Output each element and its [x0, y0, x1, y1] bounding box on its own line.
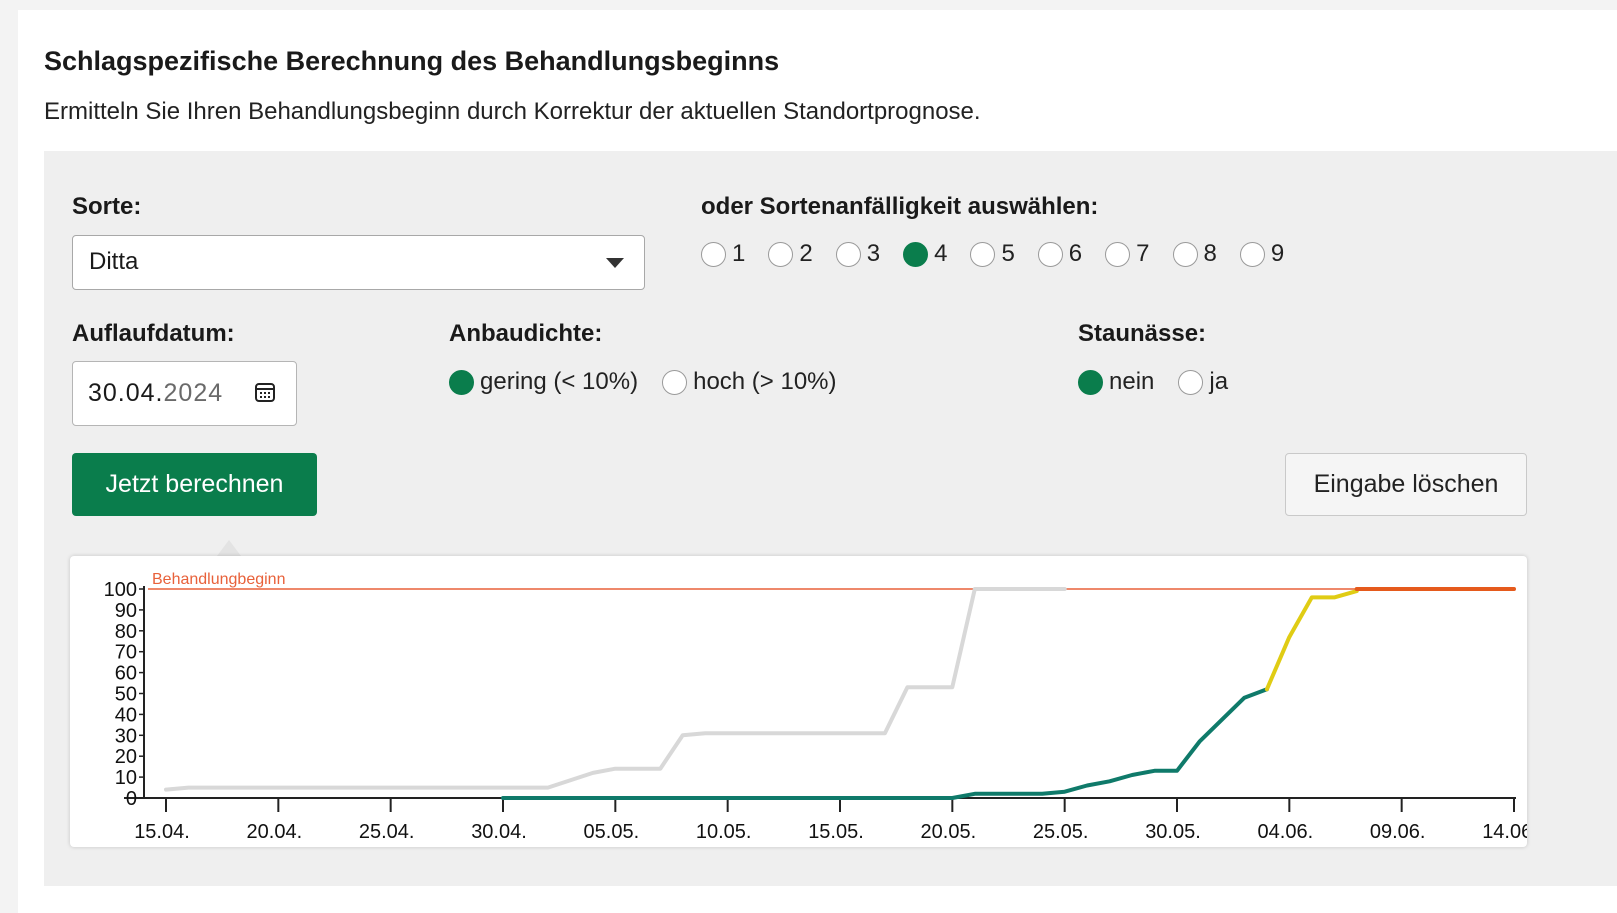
anfaelligkeit-radio-label: 1 — [732, 240, 746, 267]
y-tick-label: 100 — [104, 579, 137, 601]
anfaelligkeit-radio-1[interactable]: 1 — [701, 240, 745, 268]
y-tick-label: 80 — [115, 621, 137, 643]
radio-circle-icon[interactable] — [449, 369, 474, 395]
y-tick-label: 30 — [115, 725, 137, 747]
stau-radio-2[interactable]: ja — [1178, 368, 1228, 396]
anfaelligkeit-radio-label: 8 — [1203, 240, 1217, 267]
anbau-radio-group: gering (< 10%) hoch (> 10%) — [449, 368, 861, 396]
stau-radio-1[interactable]: nein — [1078, 368, 1154, 396]
radio-circle-icon[interactable] — [1078, 369, 1103, 395]
anfaelligkeit-radio-6[interactable]: 6 — [1037, 240, 1083, 268]
anfaelligkeit-radio-label: 2 — [799, 240, 813, 267]
stau-radio-label: ja — [1209, 368, 1229, 395]
series-line-1 — [164, 587, 1067, 792]
x-tick-label: 05.05. — [584, 821, 640, 843]
anfaelligkeit-radio-2[interactable]: 2 — [768, 240, 813, 268]
y-tick-label: 60 — [115, 663, 137, 685]
radio-circle-icon[interactable] — [835, 241, 861, 267]
anfaelligkeit-radio-8[interactable]: 8 — [1172, 240, 1217, 268]
anbau-radio-2[interactable]: hoch (> 10%) — [662, 368, 837, 396]
stau-label: Staunässe: — [1078, 320, 1207, 347]
anbau-radio-1[interactable]: gering (< 10%) — [449, 368, 638, 396]
y-tick-label: 40 — [115, 704, 137, 726]
anfaelligkeit-radio-label: 4 — [934, 240, 948, 267]
auflauf-label: Auflaufdatum: — [72, 320, 235, 347]
date-day-month: 30.04. — [88, 379, 164, 407]
y-tick-label: 70 — [115, 642, 137, 664]
x-tick-label: 10.05. — [696, 821, 752, 843]
radio-circle-icon[interactable] — [662, 369, 688, 395]
radio-circle-icon[interactable] — [768, 241, 794, 267]
calendar-icon[interactable] — [254, 381, 276, 403]
x-tick-label: 20.04. — [247, 821, 303, 843]
clear-input-button[interactable]: Eingabe löschen — [1285, 453, 1527, 516]
x-tick-label: 15.05. — [808, 821, 864, 843]
calculate-button[interactable]: Jetzt berechnen — [72, 453, 317, 516]
x-tick-label: 14.06. — [1482, 821, 1527, 843]
radio-circle-icon[interactable] — [701, 241, 726, 267]
series-line-2 — [501, 687, 1269, 800]
x-tick-label: 30.04. — [471, 821, 527, 843]
stau-radio-group: nein ja — [1078, 368, 1252, 396]
radio-circle-icon[interactable] — [1172, 241, 1198, 267]
auflauf-date-input[interactable]: 30.04.2024 — [72, 361, 297, 426]
anfaelligkeit-radio-group: 1 2 3 4 5 6 7 8 9 — [701, 240, 1307, 268]
anbau-radio-label: hoch (> 10%) — [693, 368, 837, 395]
date-year: 2024 — [163, 379, 224, 407]
sorte-value: Ditta — [89, 248, 139, 275]
threshold-label: Behandlungbeginn — [152, 571, 285, 588]
anfaelligkeit-radio-9[interactable]: 9 — [1239, 240, 1285, 268]
y-tick-label: 10 — [115, 767, 137, 789]
y-tick-label: 0 — [126, 788, 137, 810]
x-tick-label: 09.06. — [1370, 821, 1426, 843]
x-tick-label: 15.04. — [134, 821, 190, 843]
anfaelligkeit-radio-7[interactable]: 7 — [1105, 240, 1150, 268]
anfaelligkeit-radio-label: 9 — [1270, 240, 1285, 267]
y-tick-label: 90 — [115, 600, 137, 622]
anfaelligkeit-radio-label: 7 — [1136, 240, 1150, 267]
radio-circle-icon[interactable] — [903, 241, 929, 267]
page-title: Schlagspezifische Berechnung des Behandl… — [44, 46, 780, 76]
chevron-down-icon — [606, 258, 624, 268]
anfaelligkeit-radio-label: 3 — [866, 240, 881, 267]
x-tick-label: 25.04. — [359, 821, 415, 843]
x-tick-label: 30.05. — [1145, 821, 1201, 843]
radio-circle-icon[interactable] — [1178, 369, 1204, 395]
stau-radio-label: nein — [1109, 368, 1155, 395]
x-tick-label: 20.05. — [921, 821, 977, 843]
radio-circle-icon[interactable] — [1239, 241, 1265, 267]
y-tick-label: 20 — [115, 746, 137, 768]
chart-container: 0 10 20 30 40 50 60 70 80 90 100 15.04. 20.04. 25.04.… — [70, 556, 1538, 847]
anfaelligkeit-radio-4[interactable]: 4 — [903, 240, 947, 268]
anfaelligkeit-radio-label: 5 — [1001, 240, 1015, 267]
x-tick-label: 25.05. — [1033, 821, 1089, 843]
anbau-radio-label: gering (< 10%) — [480, 368, 639, 395]
radio-circle-icon[interactable] — [1037, 241, 1063, 267]
anbau-label: Anbaudichte: — [449, 320, 603, 347]
anfaelligkeit-radio-5[interactable]: 5 — [970, 240, 1015, 268]
anfaelligkeit-radio-label: 6 — [1068, 240, 1083, 267]
anfaelligkeit-label: oder Sortenanfälligkeit auswählen: — [701, 193, 1099, 220]
anfaelligkeit-radio-3[interactable]: 3 — [835, 240, 881, 268]
y-tick-label: 50 — [115, 684, 137, 706]
tooltip-notch — [217, 540, 241, 556]
prognosis-chart: 0102030405060708090100 15.04. 20.04. 25.04.… — [104, 571, 1538, 843]
sorte-label: Sorte: — [72, 193, 142, 220]
page-subtitle: Ermitteln Sie Ihren Behandlungsbeginn du… — [44, 98, 981, 125]
sorte-select[interactable]: Ditta — [72, 235, 645, 290]
series-line-3 — [1264, 589, 1359, 692]
radio-circle-icon[interactable] — [970, 241, 996, 267]
x-tick-label: 04.06. — [1258, 821, 1314, 843]
radio-circle-icon[interactable] — [1105, 241, 1131, 267]
